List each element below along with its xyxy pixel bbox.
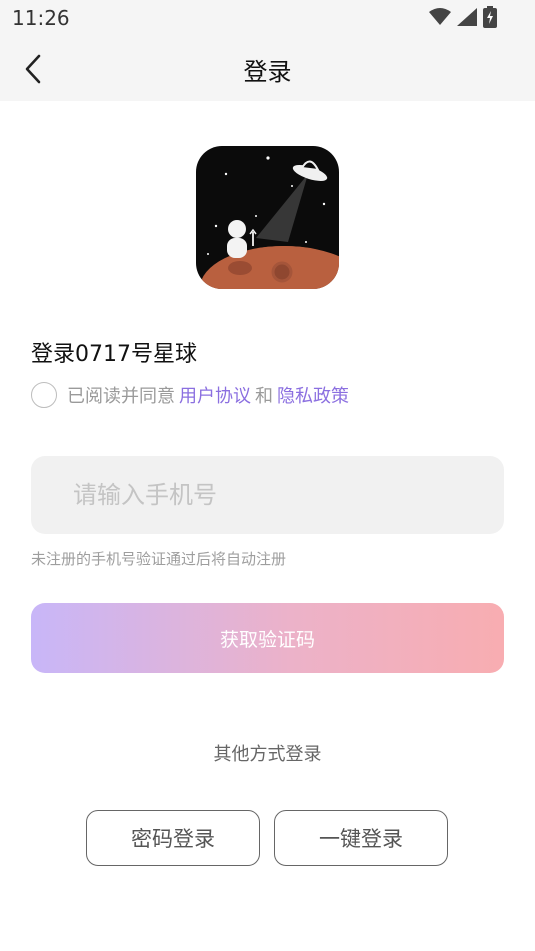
status-time: 11:26: [12, 6, 70, 30]
app-logo: [196, 146, 339, 289]
agreement-checkbox[interactable]: [31, 382, 57, 408]
one-click-login-button[interactable]: 一键登录: [274, 810, 448, 866]
welcome-heading: 登录0717号星球: [31, 342, 197, 367]
phone-input[interactable]: [31, 456, 504, 534]
password-login-button[interactable]: 密码登录: [86, 810, 260, 866]
get-code-button[interactable]: 获取验证码: [31, 603, 504, 673]
agreement-row: 已阅读并同意 用户协议 和 隐私政策: [31, 380, 353, 410]
wifi-icon: [429, 8, 451, 25]
auto-register-hint: 未注册的手机号验证通过后将自动注册: [31, 550, 287, 568]
status-icons: [429, 6, 497, 28]
privacy-policy-link[interactable]: 隐私政策: [277, 382, 349, 408]
signal-icon: [457, 8, 477, 26]
other-login-title: 其他方式登录: [213, 744, 322, 765]
page-title: 登录: [243, 58, 292, 86]
app-header: 11:26 登录: [0, 0, 535, 101]
battery-charging-icon: [483, 6, 497, 28]
agreement-connector: 和: [255, 386, 273, 407]
status-bar: 11:26: [0, 0, 535, 38]
planet-astronaut-ufo-logo: [196, 146, 339, 289]
user-agreement-link[interactable]: 用户协议: [179, 382, 251, 408]
agreement-prefix: 已阅读并同意: [67, 386, 175, 407]
